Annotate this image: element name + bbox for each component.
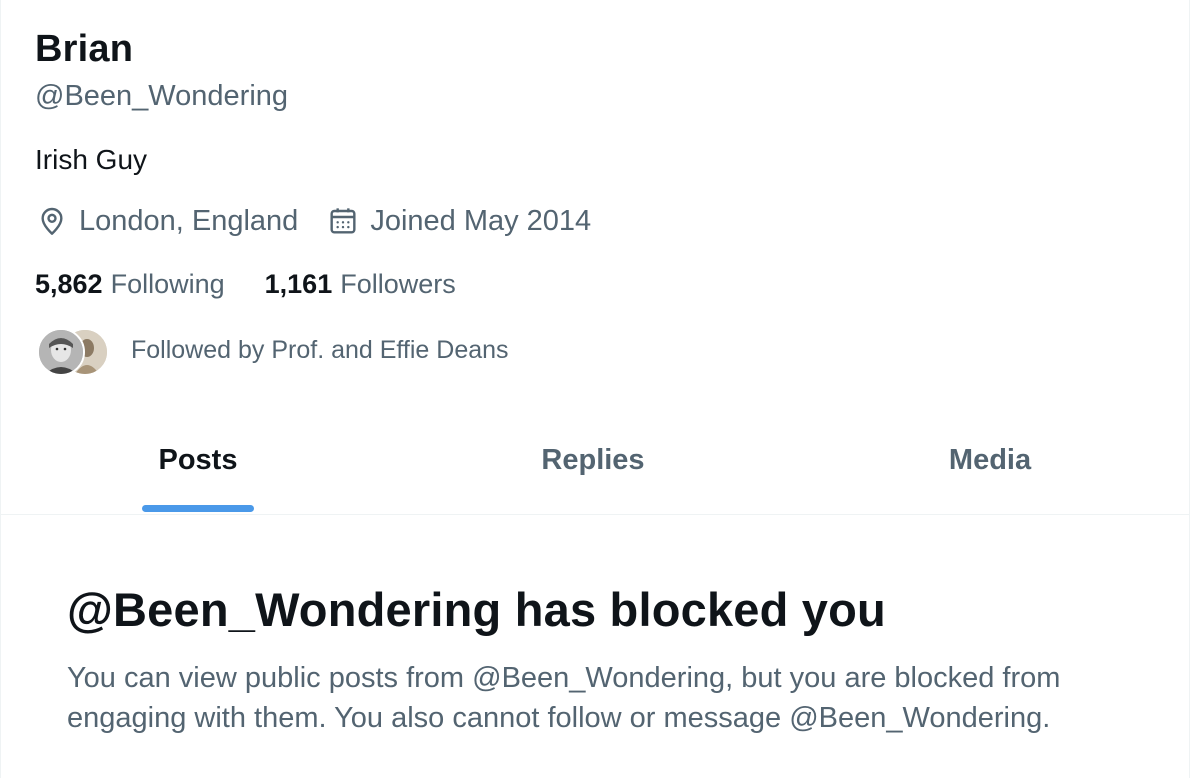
tab-posts[interactable]: Posts xyxy=(1,410,395,514)
following-label: Following xyxy=(110,269,225,299)
tab-media[interactable]: Media xyxy=(791,410,1189,514)
joined-text: Joined May 2014 xyxy=(370,204,592,237)
profile-handle: @Been_Wondering xyxy=(35,80,289,112)
tab-label: Replies xyxy=(541,444,645,476)
profile-name: Brian xyxy=(35,28,134,70)
followed-by-link[interactable]: Followed by Prof. and Effie Deans xyxy=(37,326,509,376)
followers-link[interactable]: 1,161 Followers xyxy=(265,269,456,300)
profile-bio: Irish Guy xyxy=(35,144,148,175)
profile-meta: London, England Joined May 2014 xyxy=(35,204,591,238)
profile-page: Brian @Been_Wondering Irish Guy London, … xyxy=(0,0,1190,778)
calendar-icon xyxy=(326,204,360,238)
active-tab-indicator xyxy=(142,505,254,512)
following-count: 5,862 xyxy=(35,269,103,299)
tab-label: Posts xyxy=(158,444,238,476)
location-text: London, England xyxy=(79,204,299,237)
followers-count: 1,161 xyxy=(264,269,333,299)
blocked-description: You can view public posts from @Been_Won… xyxy=(67,662,1061,734)
tab-label: Media xyxy=(948,444,1032,476)
avatar xyxy=(37,328,85,376)
profile-joined: Joined May 2014 xyxy=(326,204,591,238)
followed-by-text: Followed by Prof. and Effie Deans xyxy=(131,335,509,364)
profile-location: London, England xyxy=(35,204,298,238)
tab-replies[interactable]: Replies xyxy=(395,410,791,514)
location-pin-icon xyxy=(35,204,69,238)
profile-tabs: Posts Replies Media xyxy=(1,410,1189,515)
profile-stats: 5,862 Following 1,161 Followers xyxy=(35,269,456,300)
following-link[interactable]: 5,862 Following xyxy=(35,269,225,300)
follower-avatars xyxy=(37,326,109,376)
blocked-title: @Been_Wondering has blocked you xyxy=(67,583,886,636)
followers-label: Followers xyxy=(340,269,456,299)
